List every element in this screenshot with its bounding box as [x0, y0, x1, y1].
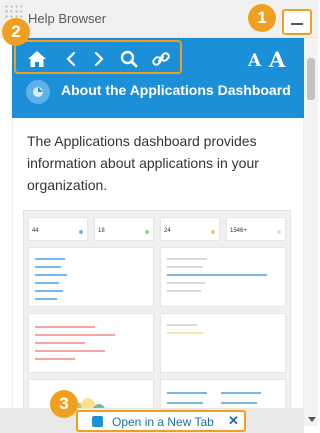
bottom-bar: Open in a New Tab ✕ — [0, 408, 304, 433]
navigation-group — [14, 40, 182, 74]
open-in-new-tab-label: Open in a New Tab — [112, 415, 214, 429]
open-in-new-tab-button[interactable]: Open in a New Tab ✕ — [76, 410, 246, 432]
applications-dashboard-icon — [26, 80, 50, 104]
help-browser-panel: Help Browser A A About the Applications … — [0, 0, 318, 433]
vertical-scrollbar[interactable] — [304, 38, 318, 426]
close-icon[interactable]: ✕ — [228, 413, 239, 429]
link-icon[interactable] — [150, 48, 172, 70]
scrollbar-thumb[interactable] — [307, 58, 315, 100]
intro-paragraph: The Applications dashboard provides info… — [27, 133, 259, 193]
help-toolbar: A A About the Applications Dashboard — [12, 38, 304, 118]
back-icon[interactable] — [60, 48, 82, 70]
help-content: The Applications dashboard provides info… — [12, 118, 304, 408]
forward-icon[interactable] — [88, 48, 110, 70]
search-icon[interactable] — [118, 48, 140, 70]
scroll-down-arrow-icon[interactable] — [308, 417, 316, 422]
home-icon[interactable] — [26, 48, 48, 70]
dashboard-stat-1: 44 — [32, 228, 39, 234]
dashboard-screenshot-image: 44 18 24 1546+ — [23, 210, 291, 408]
dashboard-stat-2: 18 — [98, 228, 105, 234]
decrease-font-button[interactable]: A — [248, 51, 261, 71]
increase-font-button[interactable]: A — [269, 47, 285, 72]
external-link-icon — [92, 416, 103, 427]
dashboard-stat-3: 24 — [164, 228, 171, 234]
callout-badge-1: 1 — [248, 4, 276, 32]
callout-badge-2: 2 — [2, 18, 30, 46]
dashboard-stat-4: 1546+ — [230, 228, 247, 234]
minimize-button[interactable] — [282, 9, 312, 35]
panel-title: Help Browser — [28, 11, 107, 26]
callout-badge-3: 3 — [50, 390, 78, 418]
document-header: About the Applications Dashboard — [12, 74, 304, 114]
document-title: About the Applications Dashboard — [61, 82, 291, 98]
drag-handle-icon[interactable] — [4, 4, 22, 18]
